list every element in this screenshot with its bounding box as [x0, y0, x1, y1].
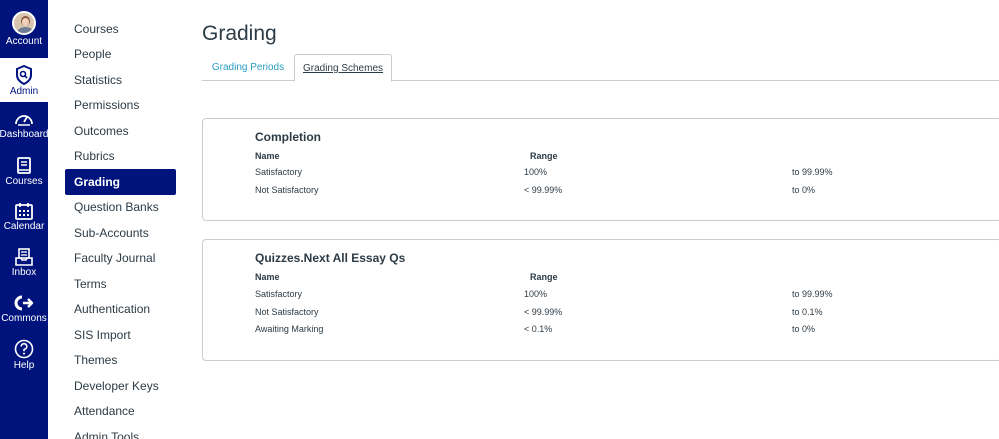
nav-commons[interactable]: Commons [0, 294, 48, 325]
help-icon [14, 339, 34, 359]
sub-nav-themes[interactable]: Themes [65, 347, 176, 373]
inbox-icon [15, 248, 33, 266]
sub-nav-rubrics[interactable]: Rubrics [65, 143, 176, 169]
sub-nav-question-banks[interactable]: Question Banks [65, 194, 176, 220]
name-column-header: Name [255, 272, 280, 282]
courses-icon [16, 157, 32, 175]
range-column-header: Range [530, 151, 558, 161]
page-title: Grading [202, 22, 277, 45]
grading-scheme-card: Quizzes.Next All Essay Qs Name Range Sat… [202, 239, 999, 361]
sub-nav-admin-tools[interactable]: Admin Tools [65, 424, 176, 439]
global-nav: Account Admin Dashboard Courses Calendar… [0, 0, 48, 439]
sub-nav-statistics[interactable]: Statistics [65, 67, 176, 93]
row-range-min: < 99.99% [524, 185, 563, 195]
row-name: Not Satisfactory [255, 307, 319, 317]
sub-nav-sis-import[interactable]: SIS Import [65, 322, 176, 348]
scheme-title: Quizzes.Next All Essay Qs [255, 251, 406, 265]
sub-nav-courses[interactable]: Courses [65, 16, 176, 42]
sub-nav-outcomes[interactable]: Outcomes [65, 118, 176, 144]
calendar-icon [15, 202, 33, 220]
sub-nav-attendance[interactable]: Attendance [65, 398, 176, 424]
nav-help[interactable]: Help [0, 339, 48, 372]
sub-nav-permissions[interactable]: Permissions [65, 92, 176, 118]
sub-nav-sub-accounts[interactable]: Sub-Accounts [65, 220, 176, 246]
row-range-max: to 0% [792, 324, 816, 334]
nav-account[interactable]: Account [0, 0, 48, 56]
sub-nav-authentication[interactable]: Authentication [65, 296, 176, 322]
sub-nav-developer-keys[interactable]: Developer Keys [65, 373, 176, 399]
scheme-row: Satisfactory 100% to 99.99% [203, 167, 999, 184]
grading-scheme-card: Completion Name Range Satisfactory 100% … [202, 118, 999, 221]
row-range-min: 100% [524, 167, 548, 177]
row-name: Not Satisfactory [255, 185, 319, 195]
commons-icon [14, 294, 34, 312]
nav-inbox[interactable]: Inbox [0, 248, 48, 279]
name-column-header: Name [255, 151, 280, 161]
row-name: Satisfactory [255, 167, 303, 177]
row-range-max: to 99.99% [792, 167, 833, 177]
row-range-min: 100% [524, 289, 548, 299]
row-range-max: to 99.99% [792, 289, 833, 299]
scheme-row: Awaiting Marking < 0.1% to 0% [203, 324, 999, 341]
row-name: Satisfactory [255, 289, 303, 299]
nav-account-label: Account [5, 36, 43, 47]
tab-bar: Grading Periods Grading Schemes [202, 54, 999, 82]
sub-nav-grading[interactable]: Grading [65, 169, 176, 195]
nav-dashboard[interactable]: Dashboard [0, 110, 48, 141]
nav-courses-label: Courses [5, 176, 43, 187]
tab-grading-schemes[interactable]: Grading Schemes [294, 54, 392, 82]
scheme-row: Not Satisfactory < 99.99% to 0% [203, 185, 999, 202]
sub-nav-faculty-journal[interactable]: Faculty Journal [65, 245, 176, 271]
row-range-max: to 0.1% [792, 307, 823, 317]
scheme-row: Not Satisfactory < 99.99% to 0.1% [203, 307, 999, 324]
scheme-title: Completion [255, 130, 321, 144]
sub-nav-terms[interactable]: Terms [65, 271, 176, 297]
scheme-row: Satisfactory 100% to 99.99% [203, 289, 999, 306]
row-name: Awaiting Marking [255, 324, 324, 334]
row-range-max: to 0% [792, 185, 816, 195]
nav-commons-label: Commons [1, 313, 47, 324]
tab-grading-periods[interactable]: Grading Periods [202, 54, 294, 81]
nav-calendar-label: Calendar [3, 221, 45, 232]
dashboard-icon [14, 110, 34, 128]
nav-inbox-label: Inbox [11, 267, 37, 278]
shield-icon [15, 65, 33, 85]
row-range-min: < 0.1% [524, 324, 553, 334]
nav-admin[interactable]: Admin [0, 58, 48, 102]
avatar [12, 11, 36, 35]
nav-help-label: Help [13, 360, 35, 371]
sub-nav-people[interactable]: People [65, 41, 176, 67]
nav-calendar[interactable]: Calendar [0, 202, 48, 233]
range-column-header: Range [530, 272, 558, 282]
nav-admin-label: Admin [9, 86, 39, 97]
nav-courses[interactable]: Courses [0, 157, 48, 188]
nav-dashboard-label: Dashboard [0, 129, 49, 140]
row-range-min: < 99.99% [524, 307, 563, 317]
